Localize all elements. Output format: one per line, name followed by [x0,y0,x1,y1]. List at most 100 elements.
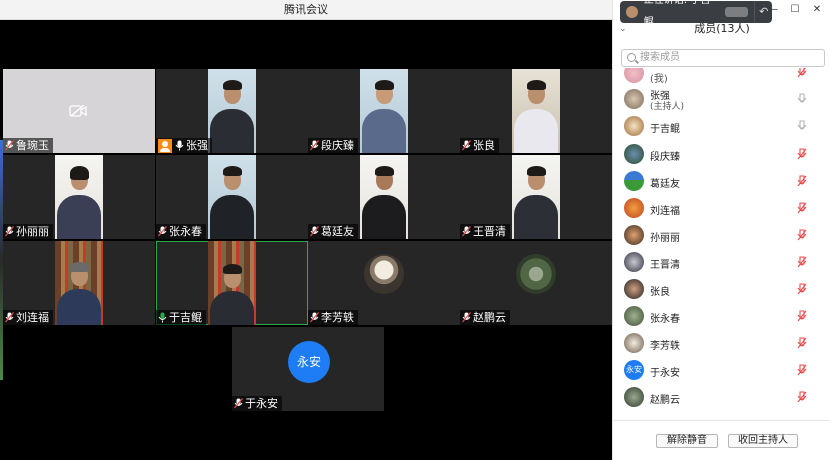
video-tile-zhang-yongchun[interactable]: 张永春 [156,155,308,239]
member-avatar [624,144,644,164]
video-tile-zhao-pengyun[interactable]: 赵鹏云 [460,241,612,325]
microphone-muted-icon[interactable] [797,283,807,295]
participant-name-label: 赵鹏云 [460,310,510,325]
participant-name-label: 王晋清 [460,224,510,239]
participant-name-label: 于吉鲲 [156,310,206,325]
member-list: (我) 张强 (主持人) 于吉鲲 段庆臻 葛廷友 刘连福 孙丽丽 王晋清 张良 … [613,68,830,420]
microphone-icon [175,140,184,151]
microphone-muted-icon[interactable] [797,256,807,268]
panel-footer: 解除静音 收回主持人 [613,420,830,460]
member-avatar [624,279,644,299]
member-avatar [624,252,644,272]
window-title: 腾讯会议 [0,0,612,20]
microphone-muted-icon[interactable] [797,148,807,160]
video-tile-yu-jikun[interactable]: 于吉鲲 [156,241,308,325]
microphone-muted-icon [462,226,471,237]
speaker-text: 正在讲话: 于吉鲲 [643,0,711,28]
microphone-muted-icon[interactable] [797,391,807,403]
video-feed [55,155,103,239]
member-row[interactable]: 葛廷友 [613,171,830,198]
member-avatar [624,116,644,136]
member-avatar [624,89,644,109]
microphone-icon[interactable] [797,120,807,132]
microphone-muted-icon [5,226,14,237]
host-badge-icon [158,138,172,153]
member-row[interactable]: 赵鹏云 [613,387,830,414]
profile-avatar [516,254,556,294]
participant-name-label: 于永安 [232,396,282,411]
member-row[interactable]: 张永春 [613,306,830,333]
microphone-muted-icon[interactable] [797,68,807,78]
video-tile-sun-lili[interactable]: 孙丽丽 [3,155,155,239]
participant-name-label: 张良 [460,138,499,153]
microphone-muted-icon [310,226,319,237]
speaker-avatar [626,6,638,18]
video-feed [208,155,256,239]
video-tile-wang-jinqing[interactable]: 王晋清 [460,155,612,239]
microphone-muted-icon[interactable] [797,175,807,187]
member-row[interactable]: 张良 [613,279,830,306]
microphone-muted-icon[interactable] [797,337,807,349]
video-tile-ge-tingyou[interactable]: 葛廷友 [308,155,460,239]
microphone-muted-icon [462,140,471,151]
participant-name-label: 李芳轶 [308,310,358,325]
video-feed [55,241,103,325]
search-input[interactable]: 搜索成员 [621,49,825,67]
member-row-me[interactable]: (我) [613,68,830,87]
member-avatar [624,171,644,191]
member-avatar [624,225,644,245]
microphone-muted-icon [310,140,319,151]
microphone-icon[interactable] [797,93,807,105]
member-avatar [624,333,644,353]
video-feed [360,69,408,153]
video-tile-zhang-qiang[interactable]: 张强 [156,69,308,153]
participant-name-label: 张永春 [156,224,206,239]
member-row[interactable]: 刘连福 [613,198,830,225]
microphone-muted-icon [310,312,319,323]
microphone-muted-icon[interactable] [797,202,807,214]
blurred-name [724,7,749,17]
video-tile-duan-qingzhen[interactable]: 段庆臻 [308,69,460,153]
reclaim-host-button[interactable]: 收回主持人 [728,434,798,448]
member-row[interactable]: 张强 (主持人) [613,87,830,114]
video-feed [360,155,408,239]
member-row[interactable]: 李芳轶 [613,333,830,360]
video-tile-zhang-liang[interactable]: 张良 [460,69,612,153]
video-feed [208,241,256,325]
search-icon [627,53,636,62]
member-row[interactable]: 段庆臻 [613,144,830,171]
video-tile-li-fangyi[interactable]: 李芳轶 [308,241,460,325]
member-row[interactable]: 孙丽丽 [613,225,830,252]
participant-name-label: 葛廷友 [308,224,358,239]
close-button[interactable]: ✕ [806,0,828,20]
member-row[interactable]: 永安 于永安 [613,360,830,387]
microphone-muted-icon [462,312,471,323]
microphone-muted-icon[interactable] [797,229,807,241]
video-tile-liu-lianfu[interactable]: 刘连福 [3,241,155,325]
microphone-muted-icon[interactable] [797,364,807,376]
video-tile-lu-wanyu[interactable]: 鲁琬玉 [3,69,155,153]
member-avatar [624,68,644,83]
member-avatar [624,198,644,218]
microphone-active-icon [158,312,167,323]
profile-avatar: 永安 [288,341,330,383]
video-feed [208,69,256,153]
participant-name-label: 段庆臻 [308,138,358,153]
video-feed [512,69,560,153]
maximize-button[interactable]: ☐ [784,0,806,20]
participant-name-label: 刘连福 [3,310,53,325]
video-tile-yu-yongan[interactable]: 永安 于永安 [232,327,384,411]
participant-name-label: 孙丽丽 [3,224,53,239]
members-panel: — ☐ ✕ ⌄ 成员(13人) 搜索成员 (我) 张强 (主持人) 于吉鲲 段庆… [612,0,830,460]
microphone-muted-icon[interactable] [797,310,807,322]
camera-off-icon [69,105,87,117]
undo-icon[interactable]: ↶ [754,1,772,23]
microphone-muted-icon [158,226,167,237]
microphone-muted-icon [234,398,243,409]
member-avatar [624,387,644,407]
member-row[interactable]: 于吉鲲 [613,116,830,143]
unmute-all-button[interactable]: 解除静音 [656,434,718,448]
active-speaker-toast: 正在讲话: 于吉鲲 ↶ [620,0,772,28]
participant-name-label: 鲁琬玉 [3,138,53,153]
member-row[interactable]: 王晋清 [613,252,830,279]
